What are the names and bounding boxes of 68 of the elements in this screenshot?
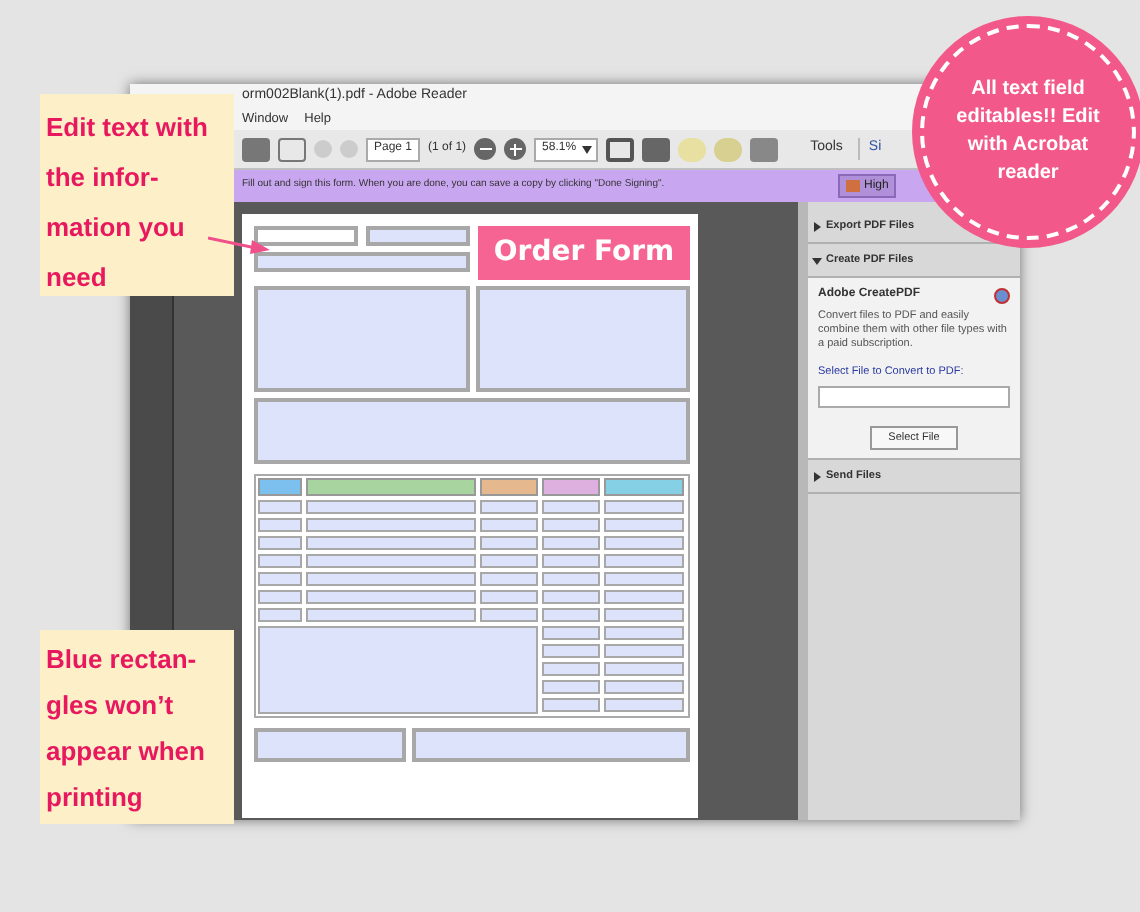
- form-field[interactable]: [542, 698, 600, 712]
- form-field[interactable]: [604, 572, 684, 586]
- form-field[interactable]: [366, 226, 470, 246]
- form-field[interactable]: [254, 286, 470, 392]
- form-field[interactable]: [258, 608, 302, 622]
- caret-icon: [582, 145, 593, 153]
- form-field[interactable]: [604, 554, 684, 568]
- form-field[interactable]: [306, 554, 476, 568]
- form-field[interactable]: [542, 554, 600, 568]
- form-field[interactable]: [258, 626, 538, 714]
- form-field[interactable]: [604, 608, 684, 622]
- form-field[interactable]: [604, 644, 684, 658]
- form-field[interactable]: [480, 500, 538, 514]
- form-field[interactable]: [604, 518, 684, 532]
- form-field[interactable]: [258, 554, 302, 568]
- zoom-in-icon[interactable]: [504, 138, 527, 160]
- badge-text: All text field editables!! Edit with Acrobat reader: [954, 76, 1102, 188]
- previous-page-icon[interactable]: [314, 140, 332, 158]
- order-form-banner: Order Form: [478, 226, 690, 280]
- form-field[interactable]: [542, 608, 600, 622]
- form-field[interactable]: [604, 500, 684, 514]
- form-field[interactable]: [480, 536, 538, 550]
- next-page-icon[interactable]: [340, 140, 358, 158]
- form-field[interactable]: [542, 572, 600, 586]
- form-field[interactable]: [542, 518, 600, 532]
- form-field[interactable]: [480, 554, 538, 568]
- pointer-arrow: [208, 232, 272, 256]
- form-field[interactable]: [476, 286, 690, 392]
- form-field[interactable]: [254, 728, 406, 762]
- triangle-right-icon: [812, 221, 822, 231]
- form-field[interactable]: [480, 608, 538, 622]
- form-field[interactable]: [542, 644, 600, 658]
- form-field[interactable]: [480, 518, 538, 532]
- triangle-right-icon: [812, 471, 822, 482]
- form-field[interactable]: [254, 226, 358, 246]
- form-field[interactable]: [258, 572, 302, 586]
- form-field[interactable]: [604, 680, 684, 694]
- form-field[interactable]: [306, 608, 476, 622]
- form-field[interactable]: [258, 536, 302, 550]
- form-field[interactable]: [480, 590, 538, 604]
- triangle-down-icon: [812, 255, 822, 265]
- form-field[interactable]: [480, 572, 538, 586]
- form-field[interactable]: [604, 536, 684, 550]
- form-field[interactable]: [604, 590, 684, 604]
- form-field[interactable]: [258, 500, 302, 514]
- form-field[interactable]: [306, 536, 476, 550]
- form-field[interactable]: [542, 662, 600, 676]
- form-field[interactable]: [542, 500, 600, 514]
- form-field[interactable]: [254, 252, 470, 272]
- form-field[interactable]: [254, 398, 690, 464]
- form-field[interactable]: [412, 728, 690, 762]
- form-field[interactable]: [306, 518, 476, 532]
- form-field[interactable]: [542, 590, 600, 604]
- form-field[interactable]: [542, 626, 600, 640]
- file-input-field[interactable]: [818, 386, 1010, 409]
- form-field[interactable]: [604, 626, 684, 640]
- form-field[interactable]: [306, 590, 476, 604]
- callout-note: Blue rectan-gles won’t appear when printing: [40, 630, 234, 824]
- form-field[interactable]: [258, 590, 302, 604]
- zoom-out-icon[interactable]: [474, 138, 497, 160]
- form-field[interactable]: [258, 518, 302, 532]
- form-field[interactable]: [306, 500, 476, 514]
- form-field[interactable]: [604, 662, 684, 676]
- form-field[interactable]: [542, 536, 600, 550]
- callout-note: Edit text with the infor-mation you need: [40, 94, 234, 296]
- form-field[interactable]: [604, 698, 684, 712]
- form-field[interactable]: [542, 680, 600, 694]
- form-field[interactable]: [306, 572, 476, 586]
